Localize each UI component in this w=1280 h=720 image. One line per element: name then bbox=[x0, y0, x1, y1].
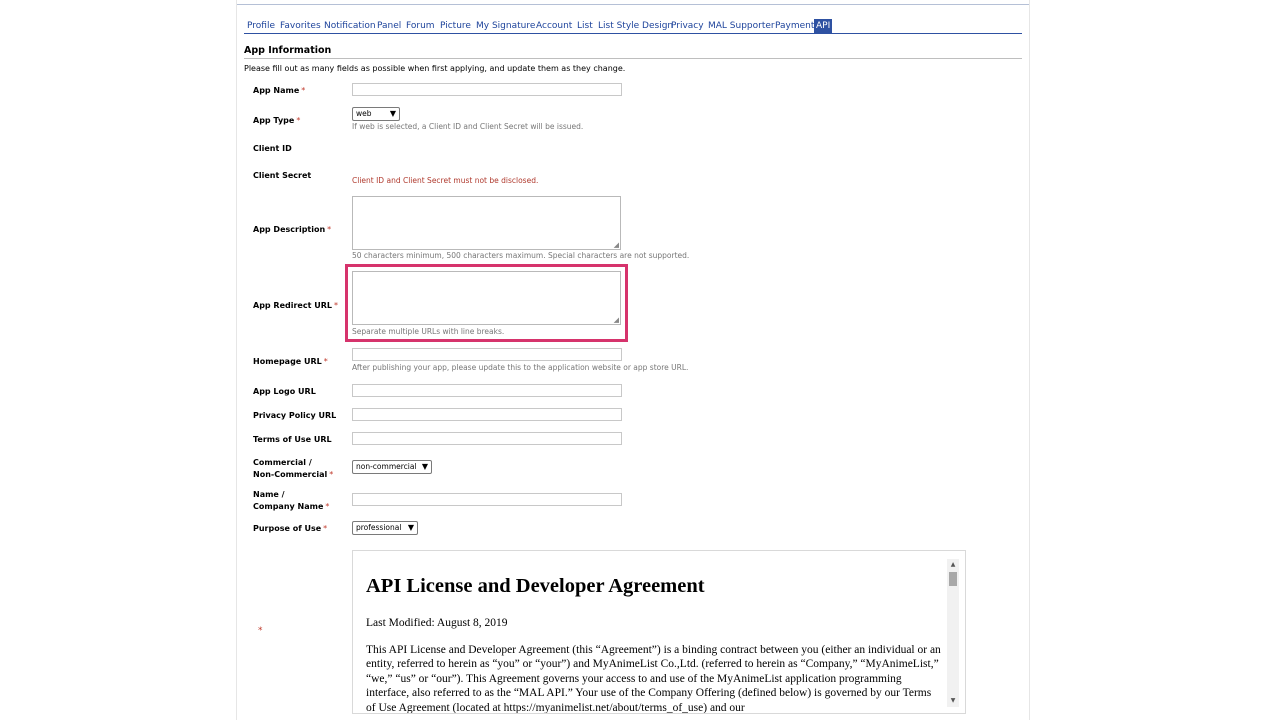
app-type-hint: If web is selected, a Client ID and Clie… bbox=[352, 122, 584, 131]
app-name-label: App Name * bbox=[253, 86, 306, 95]
chevron-down-icon: ▼ bbox=[407, 523, 414, 532]
agreement-modified-date: Last Modified: August 8, 2019 bbox=[366, 617, 508, 629]
tab-profile[interactable]: Profile bbox=[247, 19, 275, 33]
agreement-scrollbar[interactable]: ▲ ▼ bbox=[947, 559, 959, 707]
app-description-textarea[interactable]: ◢ bbox=[352, 196, 621, 250]
chevron-down-icon: ▼ bbox=[389, 109, 396, 118]
tab-my-signature[interactable]: My Signature bbox=[476, 19, 535, 33]
intro-text: Please fill out as many fields as possib… bbox=[244, 64, 626, 73]
section-title: App Information bbox=[244, 45, 332, 56]
tab-api[interactable]: API bbox=[814, 19, 833, 33]
purpose-of-use-label: Purpose of Use * bbox=[253, 524, 328, 533]
tab-mal-supporter[interactable]: MAL Supporter bbox=[708, 19, 775, 33]
required-mark: * bbox=[325, 501, 330, 511]
settings-tabs: Profile Favorites Notification Panel For… bbox=[244, 19, 1022, 34]
tab-notification[interactable]: Notification bbox=[324, 19, 376, 33]
tab-favorites[interactable]: Favorites bbox=[280, 19, 321, 33]
required-mark: * bbox=[323, 357, 328, 366]
homepage-url-label: Homepage URL * bbox=[253, 357, 328, 366]
app-description-hint: 50 characters minimum, 500 characters ma… bbox=[352, 251, 690, 260]
client-secret-warning: Client ID and Client Secret must not be … bbox=[352, 176, 539, 185]
commercial-select[interactable]: non-commercial ▼ bbox=[352, 460, 432, 474]
section-divider bbox=[244, 58, 1022, 59]
app-name-input[interactable] bbox=[352, 83, 622, 96]
tab-panel[interactable]: Panel bbox=[377, 19, 401, 33]
app-logo-url-label: App Logo URL bbox=[253, 387, 316, 396]
tab-account[interactable]: Account bbox=[536, 19, 572, 33]
tab-payment[interactable]: Payment bbox=[775, 19, 814, 33]
terms-of-use-url-input[interactable] bbox=[352, 432, 622, 445]
required-mark: * bbox=[301, 86, 306, 95]
app-redirect-url-label: App Redirect URL * bbox=[253, 301, 338, 310]
privacy-policy-url-label: Privacy Policy URL bbox=[253, 411, 337, 420]
commercial-label: Commercial / Non-Commercial * bbox=[253, 458, 334, 479]
scroll-up-icon[interactable]: ▲ bbox=[947, 559, 959, 571]
client-secret-label: Client Secret bbox=[253, 171, 312, 180]
homepage-url-hint: After publishing your app, please update… bbox=[352, 363, 689, 372]
redirect-url-highlight bbox=[345, 264, 628, 342]
purpose-of-use-select[interactable]: professional ▼ bbox=[352, 521, 418, 535]
app-description-label: App Description * bbox=[253, 225, 332, 234]
chevron-down-icon: ▼ bbox=[421, 462, 428, 471]
agreement-box[interactable]: API License and Developer Agreement Last… bbox=[352, 550, 966, 714]
required-mark: * bbox=[323, 524, 328, 533]
required-mark: * bbox=[333, 301, 338, 310]
homepage-url-input[interactable] bbox=[352, 348, 622, 361]
required-mark: * bbox=[296, 116, 301, 125]
agreement-title: API License and Developer Agreement bbox=[366, 575, 705, 597]
tab-list-style-design[interactable]: List Style Design bbox=[598, 19, 673, 33]
terms-of-use-url-label: Terms of Use URL bbox=[253, 435, 332, 444]
app-type-select[interactable]: web ▼ bbox=[352, 107, 400, 121]
scrollbar-thumb[interactable] bbox=[949, 572, 957, 586]
company-name-label: Name / Company Name * bbox=[253, 490, 330, 511]
agreement-paragraph: This API License and Developer Agreement… bbox=[366, 644, 941, 714]
app-type-label: App Type * bbox=[253, 116, 301, 125]
client-id-label: Client ID bbox=[253, 144, 292, 153]
required-mark: * bbox=[329, 469, 334, 479]
resize-grip-icon[interactable]: ◢ bbox=[614, 242, 619, 249]
scroll-down-icon[interactable]: ▼ bbox=[947, 695, 959, 707]
agreement-required-mark: * bbox=[258, 626, 263, 636]
company-name-input[interactable] bbox=[352, 493, 622, 506]
tab-privacy[interactable]: Privacy bbox=[671, 19, 704, 33]
tab-forum[interactable]: Forum bbox=[406, 19, 435, 33]
tab-list[interactable]: List bbox=[577, 19, 593, 33]
required-mark: * bbox=[327, 225, 332, 234]
app-logo-url-input[interactable] bbox=[352, 384, 622, 397]
tab-picture[interactable]: Picture bbox=[440, 19, 471, 33]
privacy-policy-url-input[interactable] bbox=[352, 408, 622, 421]
